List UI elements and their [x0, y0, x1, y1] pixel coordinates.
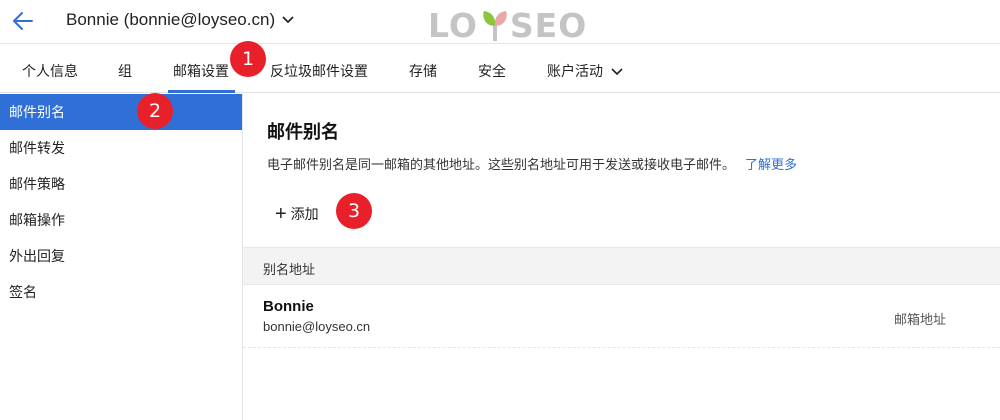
step-badge-3: 3	[336, 193, 372, 229]
sidebar-item-label: 邮件别名	[9, 104, 65, 120]
alias-email: bonnie@loyseo.cn	[263, 319, 371, 334]
tab-label: 组	[118, 63, 132, 79]
tab-label: 安全	[478, 63, 506, 79]
sidebar: 邮件别名 邮件转发 邮件策略 邮箱操作 外出回复 签名	[0, 94, 243, 420]
alias-type: 邮箱地址	[894, 312, 947, 327]
account-title: Bonnie (bonnie@loyseo.cn)	[66, 10, 276, 29]
header: Bonnie (bonnie@loyseo.cn) LO SEO	[0, 0, 1000, 45]
step-badge-1: 1	[230, 41, 266, 77]
add-label: 添加	[290, 206, 319, 222]
leaf-icon	[483, 11, 507, 41]
sidebar-item-email-alias[interactable]: 邮件别名	[0, 94, 242, 130]
chevron-down-icon	[611, 68, 623, 76]
page-title: 邮件别名	[267, 122, 339, 142]
logo-text-right: SEO	[509, 5, 588, 45]
tab-label: 反垃圾邮件设置	[270, 63, 368, 79]
tab-groups[interactable]: 组	[118, 45, 132, 93]
sidebar-item-mailbox-actions[interactable]: 邮箱操作	[0, 202, 242, 238]
sidebar-item-out-of-office[interactable]: 外出回复	[0, 238, 242, 274]
tab-storage[interactable]: 存储	[409, 45, 437, 93]
learn-more-link[interactable]: 了解更多	[745, 157, 797, 172]
step-badge-2: 2	[137, 93, 173, 129]
sidebar-item-label: 外出回复	[9, 248, 65, 264]
add-alias-button[interactable]: + 添加	[275, 204, 319, 224]
sidebar-item-email-forwarding[interactable]: 邮件转发	[0, 130, 242, 166]
watermark-logo: LO SEO	[428, 5, 588, 45]
sidebar-item-label: 邮件策略	[9, 176, 65, 192]
tab-label: 存储	[409, 63, 437, 79]
column-header-alias-address: 别名地址	[263, 262, 316, 277]
tab-label: 账户活动	[547, 63, 603, 79]
table-row[interactable]: Bonnie bonnie@loyseo.cn 邮箱地址	[243, 286, 1000, 348]
chevron-down-icon	[282, 16, 294, 24]
table-header: 别名地址	[243, 247, 1000, 285]
logo-text-left: LO	[428, 5, 478, 45]
sidebar-item-label: 邮箱操作	[9, 212, 65, 228]
description-text: 电子邮件别名是同一邮箱的其他地址。这些别名地址可用于发送或接收电子邮件。	[267, 157, 736, 172]
alias-name: Bonnie	[263, 298, 314, 315]
plus-icon: +	[275, 203, 287, 225]
main-content: 邮件别名 电子邮件别名是同一邮箱的其他地址。这些别名地址可用于发送或接收电子邮件…	[243, 94, 1000, 420]
tab-security[interactable]: 安全	[478, 45, 506, 93]
sidebar-item-signature[interactable]: 签名	[0, 274, 242, 310]
tab-personal-info[interactable]: 个人信息	[22, 45, 78, 93]
sidebar-item-label: 签名	[9, 284, 37, 300]
page-description: 电子邮件别名是同一邮箱的其他地址。这些别名地址可用于发送或接收电子邮件。 了解更多	[267, 154, 797, 173]
account-switcher[interactable]: Bonnie (bonnie@loyseo.cn)	[66, 10, 295, 30]
back-arrow-icon[interactable]	[10, 9, 36, 33]
tab-label: 个人信息	[22, 63, 78, 79]
tab-account-activity[interactable]: 账户活动	[547, 45, 623, 93]
settings-tabs: 个人信息 组 邮箱设置 反垃圾邮件设置 存储 安全 账户活动	[0, 45, 1000, 93]
tab-mail-settings[interactable]: 邮箱设置	[168, 45, 235, 93]
tab-label: 邮箱设置	[173, 63, 229, 79]
sidebar-item-email-policy[interactable]: 邮件策略	[0, 166, 242, 202]
sidebar-item-label: 邮件转发	[9, 140, 65, 156]
tab-spam-settings[interactable]: 反垃圾邮件设置	[270, 45, 368, 93]
